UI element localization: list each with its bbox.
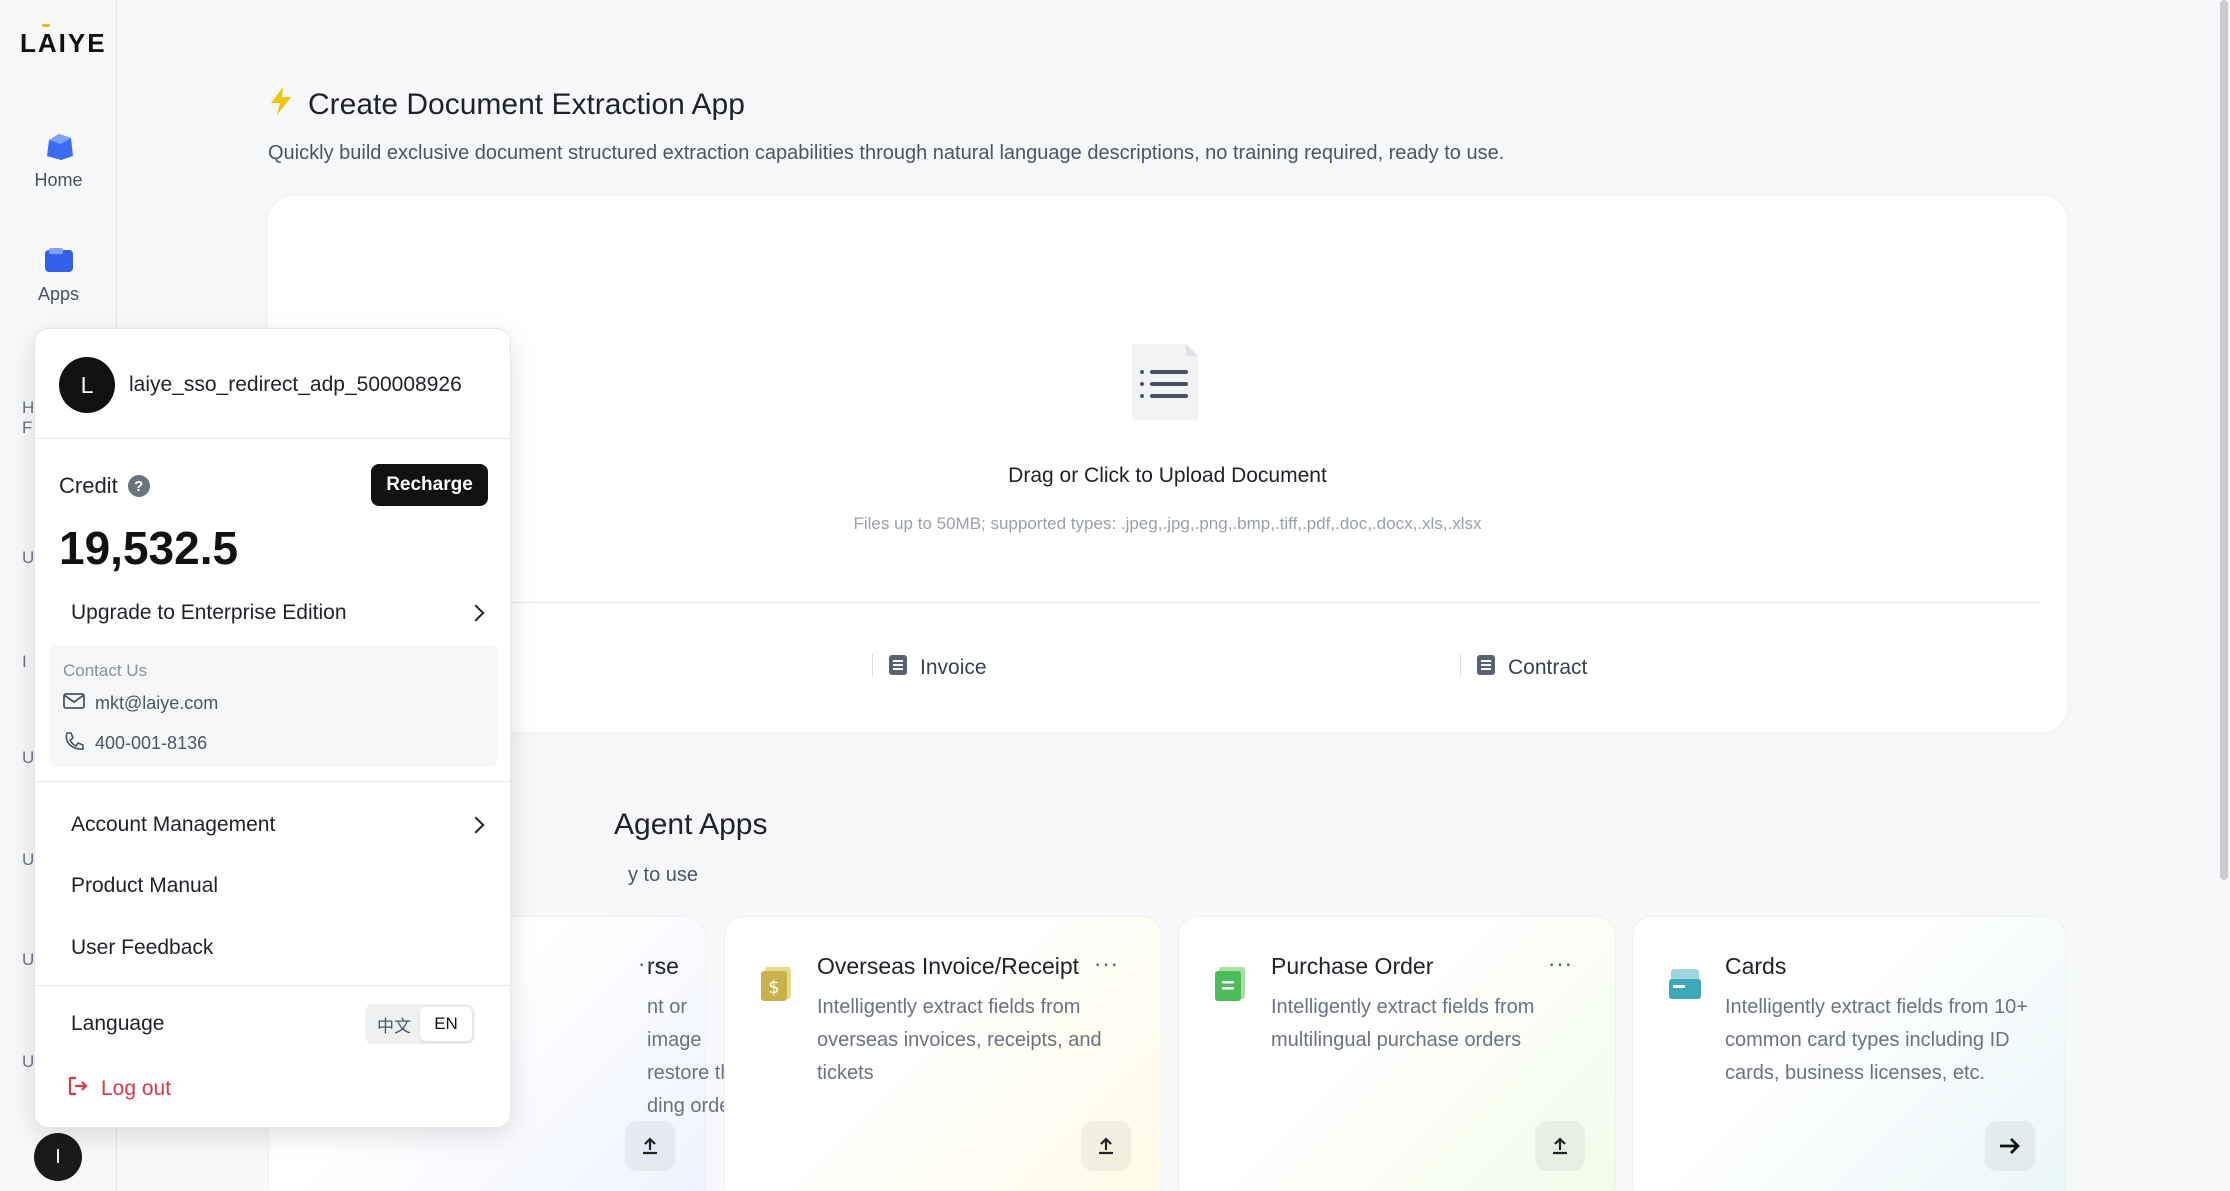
page-title: Create Document Extraction App — [268, 86, 745, 124]
logout-button[interactable]: Log out — [67, 1075, 171, 1103]
credit-label: Credit ? — [59, 473, 150, 499]
credit-label-text: Credit — [59, 473, 118, 498]
sidebar-item-label: Home — [34, 170, 83, 190]
logo: LAIYE — [20, 28, 107, 58]
app-card[interactable]: $ Overseas Invoice/Receipt Intelligently… — [724, 916, 1162, 1191]
upgrade-label: Upgrade to Enterprise Edition — [71, 601, 347, 624]
sample-contract[interactable]: Contract — [1476, 654, 1587, 682]
upgrade-enterprise[interactable]: Upgrade to Enterprise Edition — [71, 601, 491, 625]
sidebar-partial-label: H — [22, 398, 35, 417]
section-subtitle: y to use — [628, 864, 699, 886]
contact-title: Contact Us — [63, 661, 148, 680]
language-label: Language — [71, 1012, 165, 1035]
upload-hint: Files up to 50MB; supported types: .jpeg… — [853, 514, 1482, 533]
product-manual[interactable]: Product Manual — [71, 874, 218, 898]
divider — [288, 602, 2042, 603]
sidebar-partial-label: U — [22, 950, 35, 969]
svg-text:$: $ — [768, 977, 779, 998]
sample-label: Invoice — [920, 656, 987, 679]
apps-icon — [41, 246, 77, 276]
sidebar-item-apps[interactable]: Apps — [0, 246, 117, 305]
upload-icon[interactable] — [1081, 1121, 1131, 1171]
sidebar-partial-label: I — [22, 652, 27, 671]
card-title: Overseas Invoice/Receipt — [817, 953, 1080, 979]
more-icon[interactable]: ··· — [1548, 951, 1573, 977]
more-icon[interactable]: ··· — [638, 951, 663, 977]
sidebar-partial-label: U — [22, 548, 35, 567]
divider — [35, 781, 510, 782]
card-icon — [1667, 965, 1701, 1003]
app-card[interactable]: Cards Intelligently extract fields from … — [1632, 916, 2066, 1191]
app-card[interactable]: Purchase Order Intelligently extract fie… — [1178, 916, 1616, 1191]
help-icon[interactable]: ? — [127, 475, 150, 497]
lightning-icon — [268, 86, 294, 124]
recharge-button[interactable]: Recharge — [371, 464, 488, 506]
sidebar-partial-label: U — [22, 748, 35, 767]
divider — [872, 654, 873, 676]
mail-icon — [63, 693, 85, 714]
logout-icon — [67, 1075, 89, 1103]
upload-icon[interactable] — [1535, 1121, 1585, 1171]
section-title: Agent Apps — [614, 808, 768, 841]
document-small-icon — [1476, 654, 1496, 682]
lang-option-zh[interactable]: 中文 — [368, 1007, 420, 1041]
card-description: Intelligently extract fields from overse… — [817, 996, 1102, 1084]
logo-accent — [42, 24, 50, 27]
lang-option-en[interactable]: EN — [420, 1007, 472, 1041]
card-description: Intelligently extract fields from 10+ co… — [1725, 996, 2028, 1084]
divider — [35, 985, 510, 986]
more-icon[interactable]: ··· — [1094, 951, 1119, 977]
sidebar-item-label: Apps — [37, 284, 80, 304]
home-icon — [41, 132, 77, 162]
sidebar-partial-label: F — [22, 418, 33, 437]
page-subtitle: Quickly build exclusive document structu… — [268, 142, 1505, 164]
contact-box: Contact Us mkt@laiye.com 400-001-8136 — [49, 645, 498, 767]
logout-label: Log out — [101, 1077, 172, 1100]
page-title-text: Create Document Extraction App — [308, 88, 745, 121]
app-root: LAIYE Home Apps H F U I U U U U I Create… — [0, 0, 2230, 1191]
upload-dropzone[interactable]: Drag or Click to Upload Document Files u… — [268, 196, 2067, 732]
scrollbar[interactable] — [2220, 0, 2228, 880]
receipt-icon: $ — [759, 965, 793, 1003]
user-popover: L laiye_sso_redirect_adp_500008926 Credi… — [34, 328, 511, 1128]
sample-invoice[interactable]: Invoice — [888, 654, 987, 682]
credit-value: 19,532.5 — [59, 522, 239, 574]
divider — [1460, 654, 1461, 676]
user-feedback[interactable]: User Feedback — [71, 936, 213, 960]
email-text: mkt@laiye.com — [95, 693, 219, 713]
sidebar-partial-label: U — [22, 1052, 35, 1071]
sidebar-partial-label: U — [22, 850, 35, 869]
contact-phone[interactable]: 400-001-8136 — [63, 731, 207, 756]
avatar: L — [59, 357, 115, 413]
upload-icon[interactable] — [625, 1121, 675, 1171]
card-description: Intelligently extract fields from multil… — [1271, 996, 1535, 1051]
username: laiye_sso_redirect_adp_500008926 — [129, 373, 462, 396]
phone-text: 400-001-8136 — [95, 733, 208, 753]
sample-label: Contract — [1508, 656, 1588, 679]
contact-email[interactable]: mkt@laiye.com — [63, 693, 218, 714]
document-icon — [1126, 342, 1202, 422]
language-switch[interactable]: 中文 EN — [365, 1004, 475, 1044]
account-management-label: Account Management — [71, 813, 276, 836]
phone-icon — [63, 731, 85, 756]
document-small-icon — [888, 654, 908, 682]
user-avatar-button[interactable]: I — [34, 1133, 82, 1181]
account-management[interactable]: Account Management — [71, 813, 491, 837]
sidebar-item-home[interactable]: Home — [0, 132, 117, 191]
purchase-order-icon — [1213, 965, 1247, 1003]
divider — [35, 438, 510, 439]
card-title: Cards — [1725, 953, 1787, 979]
upload-prompt: Drag or Click to Upload Document — [1008, 464, 1327, 487]
arrow-right-icon[interactable] — [1985, 1121, 2035, 1171]
card-title: Purchase Order — [1271, 953, 1434, 979]
